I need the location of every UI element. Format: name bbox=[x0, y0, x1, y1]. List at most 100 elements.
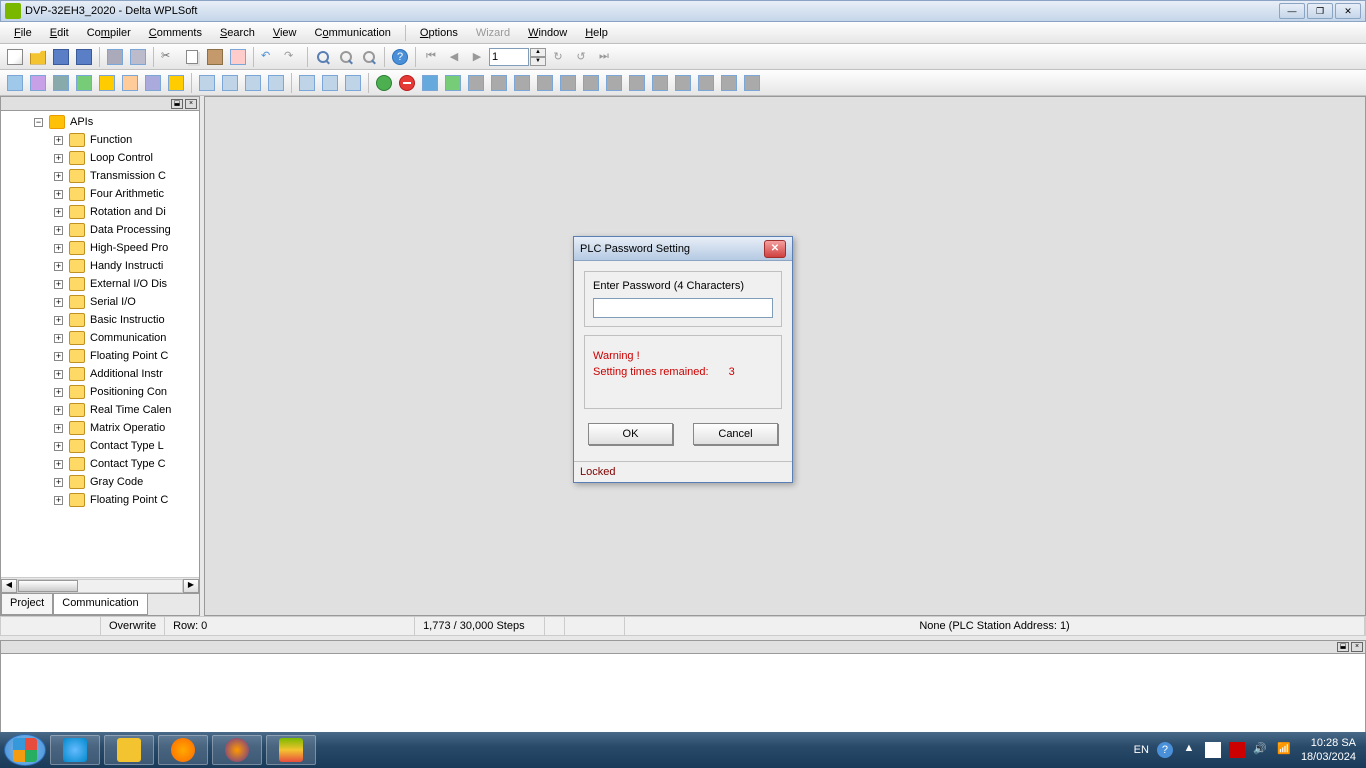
expand-icon[interactable]: + bbox=[54, 496, 63, 505]
print-button[interactable] bbox=[104, 46, 126, 68]
tb2-btn-21[interactable] bbox=[488, 72, 510, 94]
tb2-btn-26[interactable] bbox=[603, 72, 625, 94]
tb2-btn-27[interactable] bbox=[626, 72, 648, 94]
tree-item[interactable]: +External I/O Dis bbox=[1, 275, 199, 293]
tb2-btn-5[interactable] bbox=[96, 72, 118, 94]
print-preview-button[interactable] bbox=[127, 46, 149, 68]
start-button[interactable] bbox=[4, 734, 46, 766]
nav-goto-button[interactable]: ▶ bbox=[466, 46, 488, 68]
tree-item[interactable]: +Gray Code bbox=[1, 473, 199, 491]
nav-first-button[interactable]: ⏮ bbox=[420, 46, 442, 68]
expand-icon[interactable]: + bbox=[54, 226, 63, 235]
tray-speaker-icon[interactable]: 🔊 bbox=[1253, 742, 1269, 758]
tree-item[interactable]: +Function bbox=[1, 131, 199, 149]
tb2-btn-24[interactable] bbox=[557, 72, 579, 94]
output-pin-button[interactable]: ⬓ bbox=[1337, 642, 1349, 652]
menu-search[interactable]: Search bbox=[212, 25, 263, 41]
paste-button[interactable] bbox=[204, 46, 226, 68]
tree-item[interactable]: +Transmission C bbox=[1, 167, 199, 185]
menu-view[interactable]: View bbox=[265, 25, 305, 41]
page-spinner[interactable]: ▲▼ bbox=[530, 48, 546, 66]
new-button[interactable] bbox=[4, 46, 26, 68]
expand-icon[interactable]: + bbox=[54, 244, 63, 253]
zoom-out-button[interactable] bbox=[335, 46, 357, 68]
tree-item[interactable]: +Matrix Operatio bbox=[1, 419, 199, 437]
menu-compiler[interactable]: Compiler bbox=[79, 25, 139, 41]
tray-up-icon[interactable]: ▲ bbox=[1181, 742, 1197, 758]
tree-item[interactable]: +Handy Instructi bbox=[1, 257, 199, 275]
tree-item[interactable]: +Four Arithmetic bbox=[1, 185, 199, 203]
scroll-track[interactable] bbox=[17, 579, 183, 593]
tree-item[interactable]: +Data Processing bbox=[1, 221, 199, 239]
expand-icon[interactable]: + bbox=[54, 280, 63, 289]
cut-button[interactable]: ✂ bbox=[158, 46, 180, 68]
undo-button[interactable]: ↶ bbox=[258, 46, 280, 68]
expand-icon[interactable]: + bbox=[54, 388, 63, 397]
tree-item[interactable]: +Real Time Calen bbox=[1, 401, 199, 419]
copy-button[interactable] bbox=[181, 46, 203, 68]
tb2-btn-10[interactable] bbox=[219, 72, 241, 94]
help-button[interactable]: ? bbox=[389, 46, 411, 68]
online-button[interactable] bbox=[373, 72, 395, 94]
nav-end-button[interactable]: ⏭ bbox=[593, 46, 615, 68]
tb2-btn-28[interactable] bbox=[649, 72, 671, 94]
expand-icon[interactable]: + bbox=[54, 352, 63, 361]
expand-icon[interactable]: + bbox=[54, 316, 63, 325]
tree-item[interactable]: +Loop Control bbox=[1, 149, 199, 167]
tb2-btn-9[interactable] bbox=[196, 72, 218, 94]
nav-last-button[interactable]: ↺ bbox=[570, 46, 592, 68]
tb2-btn-11[interactable] bbox=[242, 72, 264, 94]
tb2-btn-12[interactable] bbox=[265, 72, 287, 94]
open-button[interactable] bbox=[27, 46, 49, 68]
tb2-btn-2[interactable] bbox=[27, 72, 49, 94]
download-button[interactable] bbox=[419, 72, 441, 94]
taskbar-wplsoft[interactable] bbox=[266, 735, 316, 765]
tb2-btn-29[interactable] bbox=[672, 72, 694, 94]
save-button[interactable] bbox=[50, 46, 72, 68]
tray-lang[interactable]: EN bbox=[1134, 744, 1149, 756]
tree-item[interactable]: +Communication bbox=[1, 329, 199, 347]
password-input[interactable] bbox=[593, 298, 773, 318]
tray-wifi-icon[interactable]: 📶 bbox=[1277, 742, 1293, 758]
redo-button[interactable]: ↷ bbox=[281, 46, 303, 68]
tray-network-icon[interactable] bbox=[1229, 742, 1245, 758]
expand-icon[interactable]: + bbox=[54, 460, 63, 469]
tab-communication[interactable]: Communication bbox=[53, 594, 147, 615]
stop-button[interactable] bbox=[396, 72, 418, 94]
menu-options[interactable]: Options bbox=[412, 25, 466, 41]
taskbar-explorer[interactable] bbox=[104, 735, 154, 765]
tb2-btn-7[interactable] bbox=[142, 72, 164, 94]
zoom-in-button[interactable] bbox=[312, 46, 334, 68]
sidebar-hscroll[interactable]: ◀ ▶ bbox=[1, 577, 199, 593]
tab-project[interactable]: Project bbox=[1, 594, 53, 615]
menu-file[interactable]: File bbox=[6, 25, 40, 41]
taskbar-ie[interactable] bbox=[50, 735, 100, 765]
tree-item[interactable]: +Contact Type L bbox=[1, 437, 199, 455]
nav-prev-button[interactable]: ◀ bbox=[443, 46, 465, 68]
expand-icon[interactable]: + bbox=[54, 334, 63, 343]
tb2-btn-22[interactable] bbox=[511, 72, 533, 94]
close-button[interactable]: ✕ bbox=[1335, 3, 1361, 19]
maximize-button[interactable]: ❐ bbox=[1307, 3, 1333, 19]
expand-icon[interactable]: + bbox=[54, 208, 63, 217]
tree-item[interactable]: +Additional Instr bbox=[1, 365, 199, 383]
tb2-btn-23[interactable] bbox=[534, 72, 556, 94]
menu-communication[interactable]: Communication bbox=[306, 25, 398, 41]
tree-item[interactable]: +Basic Instructio bbox=[1, 311, 199, 329]
expand-icon[interactable]: + bbox=[54, 478, 63, 487]
minimize-button[interactable]: — bbox=[1279, 3, 1305, 19]
tb2-btn-31[interactable] bbox=[718, 72, 740, 94]
scroll-thumb[interactable] bbox=[18, 580, 78, 592]
tree-item[interactable]: +Contact Type C bbox=[1, 455, 199, 473]
delete-button[interactable] bbox=[227, 46, 249, 68]
expand-icon[interactable]: + bbox=[54, 136, 63, 145]
tb2-btn-14[interactable] bbox=[319, 72, 341, 94]
menu-help[interactable]: Help bbox=[577, 25, 616, 41]
dialog-close-button[interactable]: ✕ bbox=[764, 240, 786, 258]
tree-root-apis[interactable]: − APIs bbox=[1, 113, 199, 131]
tb2-btn-30[interactable] bbox=[695, 72, 717, 94]
expand-icon[interactable]: + bbox=[54, 370, 63, 379]
page-input[interactable] bbox=[489, 48, 529, 66]
expand-icon[interactable]: + bbox=[54, 406, 63, 415]
expand-icon[interactable]: + bbox=[54, 190, 63, 199]
